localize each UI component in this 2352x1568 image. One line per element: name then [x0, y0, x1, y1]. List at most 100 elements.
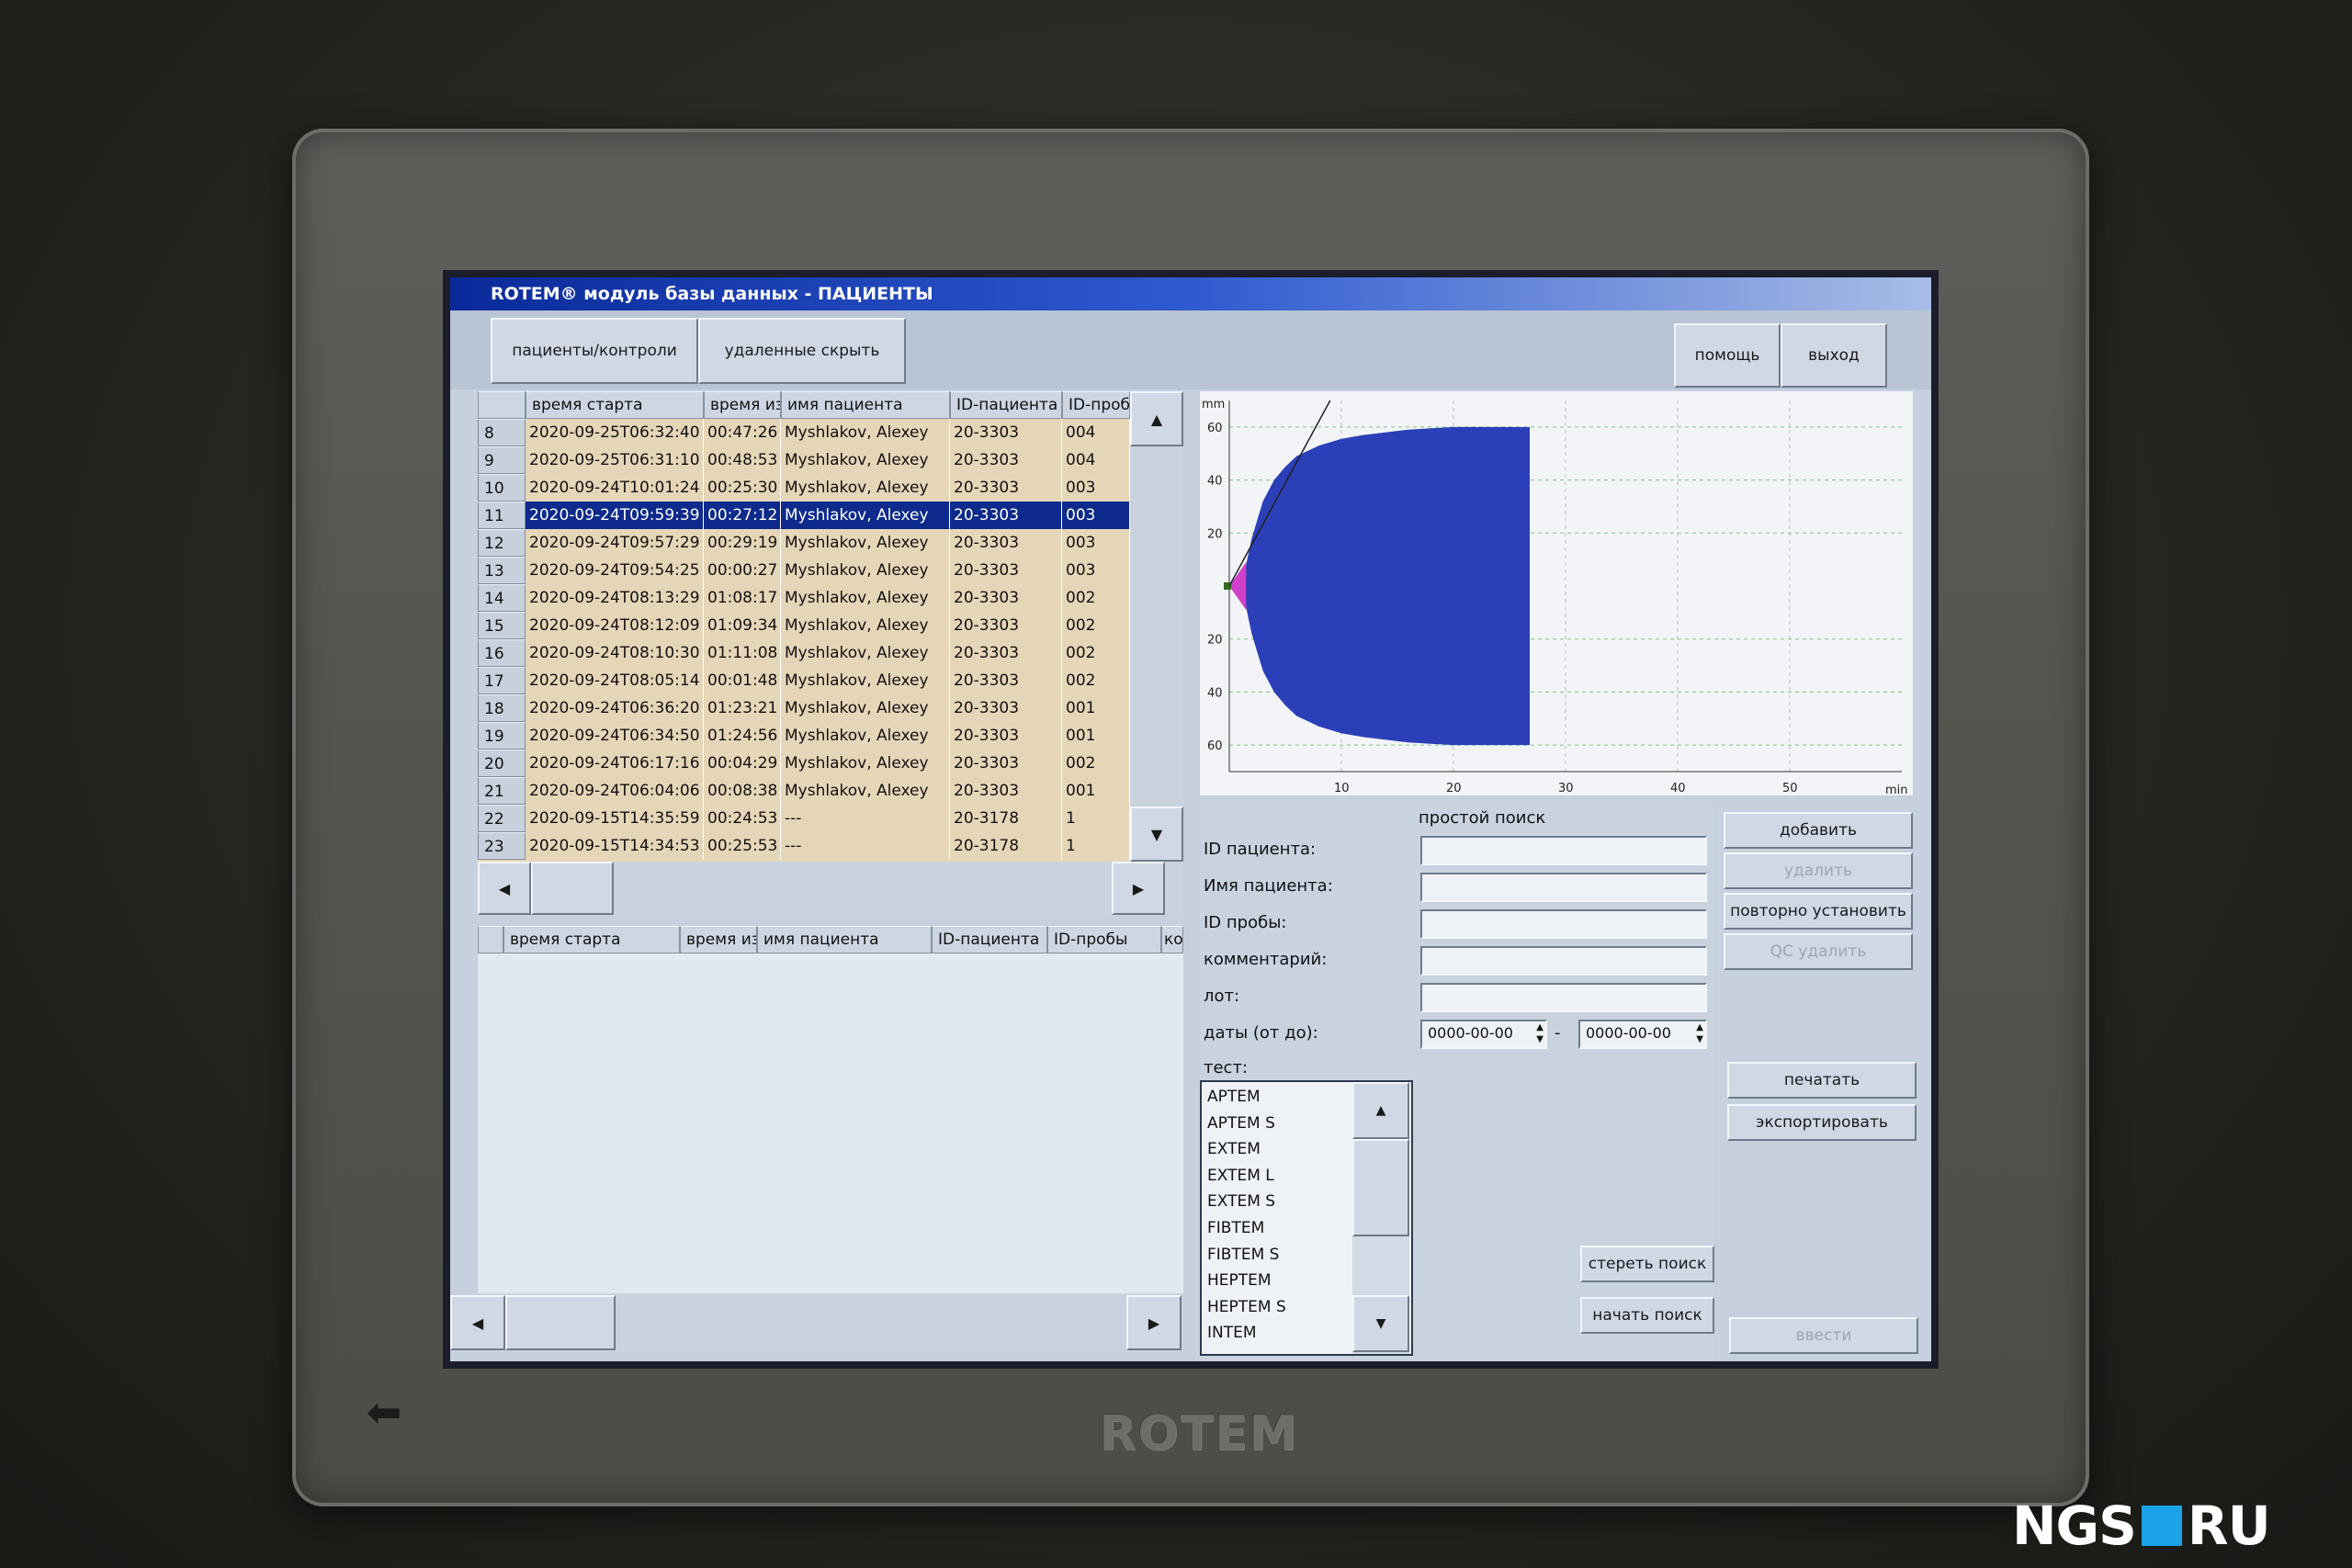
header-sample-id[interactable]: ID-проб — [1062, 391, 1130, 419]
cell-pid: 20-3178 — [950, 832, 1062, 860]
scroll-right-icon-2[interactable]: ▶ — [1126, 1295, 1182, 1350]
cell-name: Myshlakov, Alexey — [781, 446, 950, 474]
table-body: 8 2020-09-25T06:32:40 00:47:26 Myshlakov, A… — [478, 419, 1130, 862]
list-item[interactable]: EXTEM — [1207, 1136, 1261, 1162]
list-item[interactable]: APTEM — [1207, 1084, 1261, 1110]
date-from-input[interactable]: 0000-00-00 ▲ ▼ — [1420, 1020, 1547, 1049]
table-row[interactable]: 10 2020-09-24T10:01:24 00:25:30 Myshlakov, … — [478, 474, 1130, 502]
exit-button[interactable]: выход — [1781, 323, 1887, 388]
list-scroll-down-icon[interactable]: ▼ — [1352, 1295, 1409, 1352]
header-patient-id-2[interactable]: ID-пациента — [932, 926, 1047, 953]
label-comment: комментарий: — [1204, 950, 1328, 969]
table-row[interactable]: 17 2020-09-24T08:05:14 00:01:48 Myshlakov, … — [478, 667, 1130, 694]
table-row[interactable]: 14 2020-09-24T08:13:29 01:08:17 Myshlakov, … — [478, 584, 1130, 612]
enter-button[interactable]: ввести — [1729, 1317, 1918, 1354]
clear-search-button[interactable]: стереть поиск — [1580, 1246, 1714, 1282]
date-from-spin-icon[interactable]: ▲ ▼ — [1536, 1021, 1544, 1045]
bottom-table-hscroll[interactable]: ◀ ▶ — [450, 1293, 1183, 1352]
cell-time: 00:48:53 — [704, 446, 781, 474]
reinstall-button[interactable]: повторно установить — [1724, 893, 1913, 930]
scroll-left-icon[interactable]: ◀ — [478, 862, 531, 915]
scroll-up-icon[interactable]: ▲ — [1130, 391, 1183, 446]
table-row[interactable]: 11 2020-09-24T09:59:39 00:27:12 Myshlakov, … — [478, 502, 1130, 529]
header-start-time[interactable]: время старта — [526, 391, 704, 419]
top-table-hscroll[interactable]: ◀ ▶ — [478, 862, 1183, 915]
cell-name: Myshlakov, Alexey — [781, 694, 950, 722]
print-button[interactable]: печатать — [1727, 1062, 1917, 1099]
top-table-vscroll[interactable]: ▲ ▼ — [1130, 391, 1183, 862]
header-patient-name[interactable]: имя пациента — [781, 391, 950, 419]
date-to-input[interactable]: 0000-00-00 ▲ ▼ — [1578, 1020, 1707, 1049]
list-item[interactable]: APTEM S — [1207, 1111, 1275, 1136]
header-corner-2 — [478, 926, 503, 953]
list-item[interactable]: EXTEM S — [1207, 1189, 1275, 1214]
cell-time: 00:24:53 — [704, 805, 781, 832]
header-duration[interactable]: время из — [704, 391, 781, 419]
tab-patients-controls[interactable]: пациенты/контроли — [491, 318, 698, 384]
table-row[interactable]: 23 2020-09-15T14:34:53 00:25:53 --- 20-3178 1 — [478, 832, 1130, 860]
list-scroll-up-icon[interactable]: ▲ — [1352, 1082, 1409, 1139]
scroll-left-icon-2[interactable]: ◀ — [450, 1295, 505, 1350]
list-item[interactable]: HEPTEM — [1207, 1268, 1272, 1293]
cell-time: 01:09:34 — [704, 612, 781, 639]
list-item[interactable]: HEPTEM S — [1207, 1294, 1286, 1320]
help-button[interactable]: помощь — [1674, 323, 1781, 388]
y-tick-label: 40 — [1207, 686, 1223, 700]
table-row[interactable]: 22 2020-09-15T14:35:59 00:24:53 --- 20-3178 1 — [478, 805, 1130, 832]
cell-pid: 20-3303 — [950, 557, 1062, 584]
header-patient-id[interactable]: ID-пациента — [950, 391, 1062, 419]
header-patient-name-2[interactable]: имя пациента — [757, 926, 932, 953]
table-row[interactable]: 19 2020-09-24T06:34:50 01:24:56 Myshlakov, … — [478, 722, 1130, 750]
comment-input[interactable] — [1420, 946, 1707, 976]
patient-id-input[interactable] — [1420, 836, 1707, 865]
qc-delete-button[interactable]: QC удалить — [1724, 933, 1913, 970]
scroll-right-icon[interactable]: ▶ — [1112, 862, 1165, 915]
lot-input[interactable] — [1420, 983, 1707, 1012]
table-row[interactable]: 18 2020-09-24T06:36:20 01:23:21 Myshlakov, … — [478, 694, 1130, 722]
y-tick-label: 40 — [1207, 475, 1223, 489]
list-item[interactable]: EXTEM L — [1207, 1163, 1274, 1189]
cell-sid: 001 — [1062, 694, 1130, 722]
scroll-thumb-2[interactable] — [505, 1295, 616, 1350]
list-item[interactable]: FIBTEM S — [1207, 1242, 1279, 1268]
table-row[interactable]: 12 2020-09-24T09:57:29 00:29:19 Myshlakov, … — [478, 529, 1130, 557]
table-row[interactable]: 15 2020-09-24T08:12:09 01:09:34 Myshlakov, … — [478, 612, 1130, 639]
export-button[interactable]: экспортировать — [1727, 1104, 1917, 1141]
start-search-button[interactable]: начать поиск — [1580, 1297, 1714, 1334]
cell-time: 00:01:48 — [704, 667, 781, 694]
x-axis-label: min — [1885, 784, 1908, 795]
back-arrow-icon[interactable]: ⬅ — [360, 1391, 408, 1433]
y-axis-label: mm — [1202, 398, 1225, 412]
add-button[interactable]: добавить — [1724, 812, 1913, 849]
list-item[interactable]: FIBTEM — [1207, 1215, 1264, 1241]
table-row[interactable]: 13 2020-09-24T09:54:25 00:00:27 Myshlakov, … — [478, 557, 1130, 584]
scroll-down-icon[interactable]: ▼ — [1130, 807, 1183, 862]
table-row[interactable]: 16 2020-09-24T08:10:30 01:11:08 Myshlakov, … — [478, 639, 1130, 667]
delete-button[interactable]: удалить — [1724, 852, 1913, 889]
patient-name-input[interactable] — [1420, 873, 1707, 902]
cell-start: 2020-09-24T09:59:39 — [526, 502, 704, 529]
cell-pid: 20-3303 — [950, 639, 1062, 667]
header-duration-2[interactable]: время из — [680, 926, 757, 953]
table-row[interactable]: 8 2020-09-25T06:32:40 00:47:26 Myshlakov, A… — [478, 419, 1130, 446]
scroll-thumb[interactable] — [531, 862, 614, 915]
cell-sid: 001 — [1062, 777, 1130, 805]
table-row[interactable]: 21 2020-09-24T06:04:06 00:08:38 Myshlakov, … — [478, 777, 1130, 805]
table-row[interactable]: 20 2020-09-24T06:17:16 00:04:29 Myshlakov, … — [478, 750, 1130, 777]
cell-pid: 20-3303 — [950, 419, 1062, 446]
cell-name: Myshlakov, Alexey — [781, 777, 950, 805]
tab-deleted-hide[interactable]: удаленные скрыть — [698, 318, 906, 384]
header-comment-2[interactable]: ком — [1161, 926, 1183, 953]
header-start-time-2[interactable]: время старта — [503, 926, 680, 953]
list-item[interactable]: INTEM — [1207, 1320, 1257, 1346]
test-list-vscroll[interactable]: ▲ ▼ — [1352, 1082, 1409, 1354]
cell-time: 00:29:19 — [704, 529, 781, 557]
cell-name: Myshlakov, Alexey — [781, 722, 950, 750]
watermark-ru: RU — [2187, 1495, 2271, 1557]
table-row[interactable]: 9 2020-09-25T06:31:10 00:48:53 Myshlakov, A… — [478, 446, 1130, 474]
date-to-spin-icon[interactable]: ▲ ▼ — [1696, 1021, 1703, 1045]
cell-start: 2020-09-24T08:13:29 — [526, 584, 704, 612]
list-scroll-thumb[interactable] — [1352, 1139, 1409, 1236]
header-sample-id-2[interactable]: ID-пробы — [1047, 926, 1161, 953]
sample-id-input[interactable] — [1420, 909, 1707, 939]
